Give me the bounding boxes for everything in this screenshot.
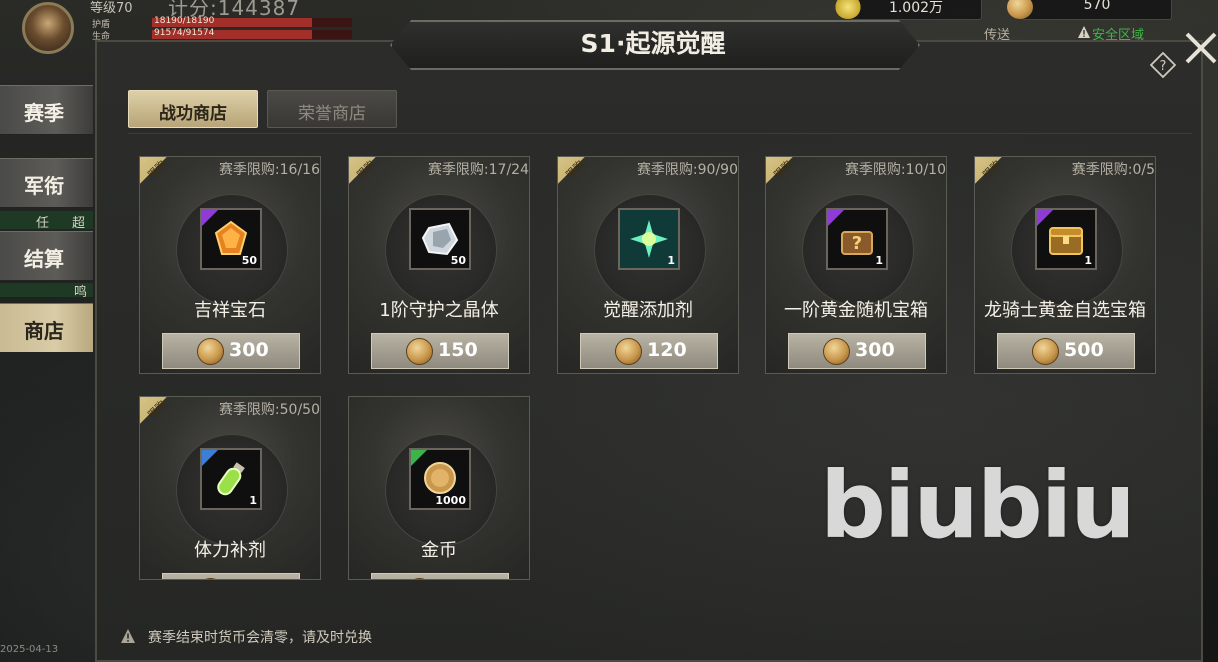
- task-strip-text-3: 鸣: [74, 285, 88, 300]
- warning-icon: [121, 629, 135, 643]
- item-name: 吉祥宝石: [194, 300, 266, 321]
- coin-icon: [615, 338, 642, 365]
- item-name: 体力补剂: [194, 540, 266, 561]
- shop-item-card[interactable]: 限购 赛季限购:50/50 1 体力补剂: [139, 396, 321, 580]
- coin-resource[interactable]: 570: [1007, 0, 1172, 20]
- golden-chest-icon: [1049, 227, 1083, 255]
- item-price: 300: [855, 339, 895, 361]
- shield-value: 18190/18190: [154, 16, 215, 26]
- item-icon-box: 1: [618, 208, 680, 270]
- item-quantity: 1: [1084, 254, 1092, 267]
- item-icon-box: 50: [409, 208, 471, 270]
- coin-amount: 570: [1083, 0, 1111, 13]
- purchase-limit: 赛季限购:10/10: [844, 162, 946, 178]
- item-quantity: 50: [241, 254, 257, 267]
- item-price: 500: [1064, 339, 1104, 361]
- shop-item-card[interactable]: 限购 赛季限购:17/24 50 1阶守护之晶体 150: [348, 156, 530, 374]
- tab-label: 战功商店: [159, 104, 227, 124]
- spark-icon: [630, 220, 668, 258]
- task-strip-2: 鸣: [0, 283, 93, 300]
- purchase-limit: 赛季限购:16/16: [218, 162, 320, 178]
- sidebar-item-label: 军衔: [24, 174, 64, 198]
- item-icon-box: 50: [200, 208, 262, 270]
- sidebar-item-rank[interactable]: 军衔: [0, 158, 93, 208]
- item-price: 150: [438, 339, 478, 361]
- item-quantity: 50: [450, 254, 466, 267]
- tab-honor-shop[interactable]: 荣誉商店: [267, 90, 397, 128]
- item-icon-box: 1000: [409, 448, 471, 510]
- item-quantity: 1: [875, 254, 883, 267]
- gold-resource[interactable]: 1.002万: [835, 0, 982, 20]
- player-level: 等级70: [90, 1, 133, 16]
- coin-icon: [197, 578, 224, 579]
- shop-item-card[interactable]: 限购 赛季限购:10/10 ? 1 一阶黄金随机宝箱 300: [765, 156, 947, 374]
- task-strip-text-1: 任: [36, 216, 50, 231]
- warning-icon: [1078, 26, 1090, 38]
- item-icon-box: ? 1: [826, 208, 888, 270]
- shop-item-card[interactable]: 限购 赛季限购:16/16 50 吉祥宝石 300: [139, 156, 321, 374]
- watermark-text: biubiu: [820, 452, 1136, 559]
- health-value: 91574/91574: [154, 28, 215, 38]
- item-quantity: 1: [667, 254, 675, 267]
- sidebar-item-label: 赛季: [24, 101, 64, 125]
- task-strip[interactable]: 任 超: [0, 211, 93, 231]
- buy-button[interactable]: [162, 573, 300, 579]
- tab-merit-shop[interactable]: 战功商店: [128, 90, 258, 128]
- task-strip-text-2: 超: [72, 216, 86, 231]
- item-price: 120: [647, 339, 687, 361]
- shop-item-card[interactable]: 1000 金币: [348, 396, 530, 580]
- coin-icon: [197, 338, 224, 365]
- item-price: 300: [229, 339, 269, 361]
- purchase-limit: 赛季限购:17/24: [427, 162, 529, 178]
- sidebar-item-label: 商店: [24, 319, 64, 343]
- item-icon-box: 1: [200, 448, 262, 510]
- item-quantity: 1000: [435, 494, 466, 507]
- buy-button[interactable]: 120: [580, 333, 718, 369]
- close-icon[interactable]: [1181, 28, 1218, 68]
- tab-label: 荣誉商店: [298, 104, 366, 124]
- purchase-limit: 赛季限购:50/50: [218, 402, 320, 418]
- shield-bar: 护盾 18190/18190: [92, 16, 352, 30]
- shop-item-card[interactable]: 限购 赛季限购:0/5 1 龙骑士黄金自选宝箱 500: [974, 156, 1156, 374]
- coin-icon: [1032, 338, 1059, 365]
- item-name: 龙骑士黄金自选宝箱: [984, 300, 1146, 321]
- buy-button[interactable]: 500: [997, 333, 1135, 369]
- coin-icon: [823, 338, 850, 365]
- svg-text:?: ?: [852, 233, 862, 254]
- potion-icon: [217, 462, 245, 496]
- sidebar-item-label: 结算: [24, 247, 64, 271]
- item-quantity: 1: [249, 494, 257, 507]
- shop-item-card[interactable]: 限购 赛季限购:90/90 1 觉醒添加剂 120: [557, 156, 739, 374]
- purchase-limit: 赛季限购:90/90: [636, 162, 738, 178]
- footer-note: 赛季结束时货币会清零，请及时兑换: [148, 630, 372, 646]
- item-name: 觉醒添加剂: [603, 300, 693, 321]
- coin-icon: [406, 578, 433, 579]
- coin-icon: [406, 338, 433, 365]
- buy-button[interactable]: 300: [788, 333, 926, 369]
- item-name: 1阶守护之晶体: [379, 300, 499, 321]
- sidebar-item-season[interactable]: 赛季: [0, 85, 93, 135]
- gold-amount: 1.002万: [888, 0, 944, 16]
- health-bar: 生命 91574/91574: [92, 28, 352, 42]
- item-name: 金币: [421, 540, 457, 561]
- buy-button[interactable]: 150: [371, 333, 509, 369]
- player-avatar[interactable]: [22, 2, 74, 54]
- buy-button[interactable]: [371, 573, 509, 579]
- panel-title: S1·起源觉醒: [580, 29, 726, 58]
- date-label: 2025-04-13: [0, 644, 59, 655]
- sidebar-item-shop[interactable]: 商店: [0, 303, 93, 353]
- sidebar-item-settlement[interactable]: 结算: [0, 231, 93, 281]
- purchase-limit: 赛季限购:0/5: [1071, 162, 1155, 178]
- mystery-chest-icon: ?: [841, 231, 873, 255]
- svg-text:?: ?: [1160, 59, 1167, 74]
- item-name: 一阶黄金随机宝箱: [784, 300, 928, 321]
- help-icon[interactable]: ?: [1150, 52, 1176, 78]
- item-icon-box: 1: [1035, 208, 1097, 270]
- buy-button[interactable]: 300: [162, 333, 300, 369]
